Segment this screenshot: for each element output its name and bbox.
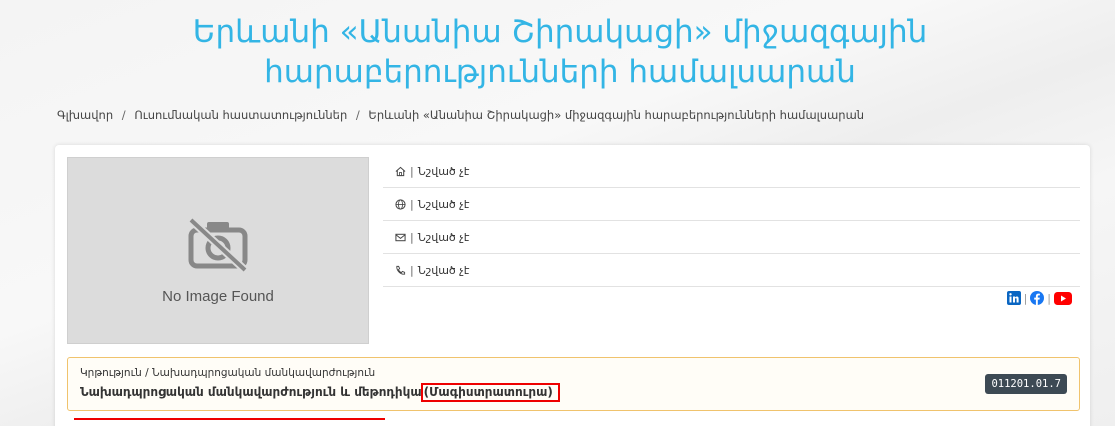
contact-phone-value: Նշված չէ <box>417 263 470 277</box>
contact-email-value: Նշված չէ <box>417 230 470 244</box>
contact-list: | Նշված չէ | Նշված չէ | Նշված չէ | Նշված… <box>383 155 1080 287</box>
phone-icon <box>396 265 406 275</box>
no-image-label: No Image Found <box>162 288 274 305</box>
contact-address: | Նշված չէ <box>383 155 1080 188</box>
youtube-icon[interactable] <box>1054 291 1072 305</box>
contact-address-value: Նշված չէ <box>417 164 470 178</box>
contact-website: | Նշված չէ <box>383 188 1080 221</box>
contact-phone: | Նշված չէ <box>383 254 1080 287</box>
image-placeholder: No Image Found <box>67 157 369 344</box>
facebook-icon[interactable] <box>1030 291 1045 305</box>
program-code-badge: 011201.01.7 <box>985 374 1067 394</box>
page-title: Երևանի «Անանիա Շիրակացի» միջազգային հարա… <box>192 14 928 90</box>
program-title: Նախադպրոցական մանկավարժություն և մեթոդիկ… <box>80 383 560 402</box>
breadcrumb-separator: / <box>355 108 360 122</box>
no-camera-icon <box>188 217 248 272</box>
annotation-underline <box>74 418 385 420</box>
home-icon <box>395 166 406 176</box>
envelope-icon <box>395 233 406 241</box>
program-name: Նախադպրոցական մանկավարժություն և մեթոդիկ… <box>80 385 422 399</box>
contact-website-value: Նշված չէ <box>417 197 470 211</box>
education-program-card[interactable]: Կրթություն / Նախադպրոցական մանկավարժությ… <box>67 357 1080 411</box>
globe-icon <box>395 198 406 210</box>
linkedin-icon[interactable] <box>1006 291 1021 305</box>
social-links: | | <box>1006 291 1072 305</box>
breadcrumb-institutions[interactable]: Ուսումնական հաստատություններ <box>134 108 347 122</box>
breadcrumb-home[interactable]: Գլխավոր <box>57 108 113 122</box>
program-type: (Մագիստրատուրա) <box>420 383 560 402</box>
breadcrumb-current: Երևանի «Անանիա Շիրակացի» միջազգային հարա… <box>368 108 865 122</box>
breadcrumb: Գլխավոր / Ուսումնական հաստատություններ /… <box>57 108 864 122</box>
breadcrumb-separator: / <box>121 108 126 122</box>
education-path: Կրթություն / Նախադպրոցական մանկավարժությ… <box>80 367 376 379</box>
institution-card: No Image Found | Նշված չէ | Նշված չէ | Ն… <box>55 145 1090 426</box>
contact-email: | Նշված չէ <box>383 221 1080 254</box>
